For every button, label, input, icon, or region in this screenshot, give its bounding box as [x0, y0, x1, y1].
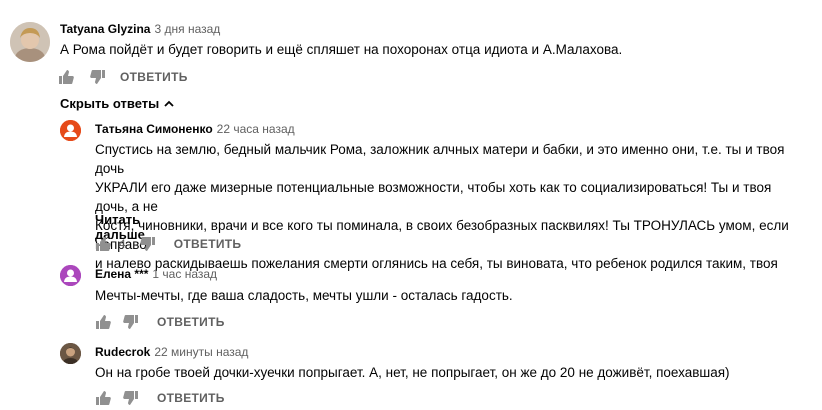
comment-actions: ОТВЕТИТЬ	[95, 390, 225, 406]
default-avatar-icon	[60, 120, 81, 141]
hide-replies-label: Скрыть ответы	[60, 96, 160, 111]
thumbs-down-icon[interactable]	[139, 236, 156, 252]
comment-text: Мечты-мечты, где ваша сладость, мечты уш…	[95, 288, 513, 303]
comment-header: Татьяна Симоненко 22 часа назад	[95, 122, 295, 136]
like-count: 4	[119, 237, 126, 251]
avatar[interactable]	[60, 265, 81, 286]
reply-button[interactable]: ОТВЕТИТЬ	[174, 237, 242, 251]
thumbs-down-icon[interactable]	[123, 390, 139, 406]
timestamp[interactable]: 1 час назад	[152, 267, 217, 281]
comment-actions: ОТВЕТИТЬ	[95, 314, 225, 330]
user-photo-icon	[60, 343, 81, 364]
author-name[interactable]: Елена ***	[95, 267, 148, 281]
comment-header: Елена *** 1 час назад	[95, 267, 217, 281]
comment-text-line: УКРАЛИ его даже мизерные потенциальные в…	[95, 180, 772, 214]
chevron-up-icon	[164, 100, 174, 107]
timestamp[interactable]: 22 часа назад	[217, 122, 295, 136]
thumbs-down-icon[interactable]	[90, 69, 106, 85]
comment-actions: 4 ОТВЕТИТЬ	[95, 236, 241, 252]
author-name[interactable]: Татьяна Симоненко	[95, 122, 213, 136]
thumbs-up-icon[interactable]	[95, 236, 111, 252]
author-name[interactable]: Tatyana Glyzina	[60, 22, 150, 36]
comment-text: Спустись на землю, бедный мальчик Рома, …	[95, 140, 805, 273]
reply-button[interactable]: ОТВЕТИТЬ	[120, 70, 188, 84]
avatar[interactable]	[10, 22, 50, 62]
avatar[interactable]	[60, 343, 81, 364]
timestamp[interactable]: 22 минуты назад	[154, 345, 248, 359]
thumbs-up-icon[interactable]	[95, 314, 111, 330]
comment-header: Tatyana Glyzina 3 дня назад	[60, 22, 220, 36]
comment-text: Он на гробе твоей дочки-хуечки попрыгает…	[95, 365, 730, 380]
comment-text: А Рома пойдёт и будет говорить и ещё спл…	[60, 42, 623, 57]
thumbs-up-icon[interactable]	[58, 69, 74, 85]
thumbs-down-icon[interactable]	[123, 314, 139, 330]
user-photo-icon	[10, 22, 50, 62]
reply-button[interactable]: ОТВЕТИТЬ	[157, 391, 225, 405]
comment-text-line: Спустись на землю, бедный мальчик Рома, …	[95, 142, 785, 176]
reply-button[interactable]: ОТВЕТИТЬ	[157, 315, 225, 329]
author-name[interactable]: Rudecrok	[95, 345, 150, 359]
comment-header: Rudecrok 22 минуты назад	[95, 345, 248, 359]
timestamp[interactable]: 3 дня назад	[154, 22, 220, 36]
default-avatar-icon	[60, 265, 81, 286]
thumbs-up-icon[interactable]	[95, 390, 111, 406]
comment-actions: ОТВЕТИТЬ	[58, 69, 188, 85]
hide-replies-button[interactable]: Скрыть ответы	[60, 96, 175, 111]
avatar[interactable]	[60, 120, 81, 141]
